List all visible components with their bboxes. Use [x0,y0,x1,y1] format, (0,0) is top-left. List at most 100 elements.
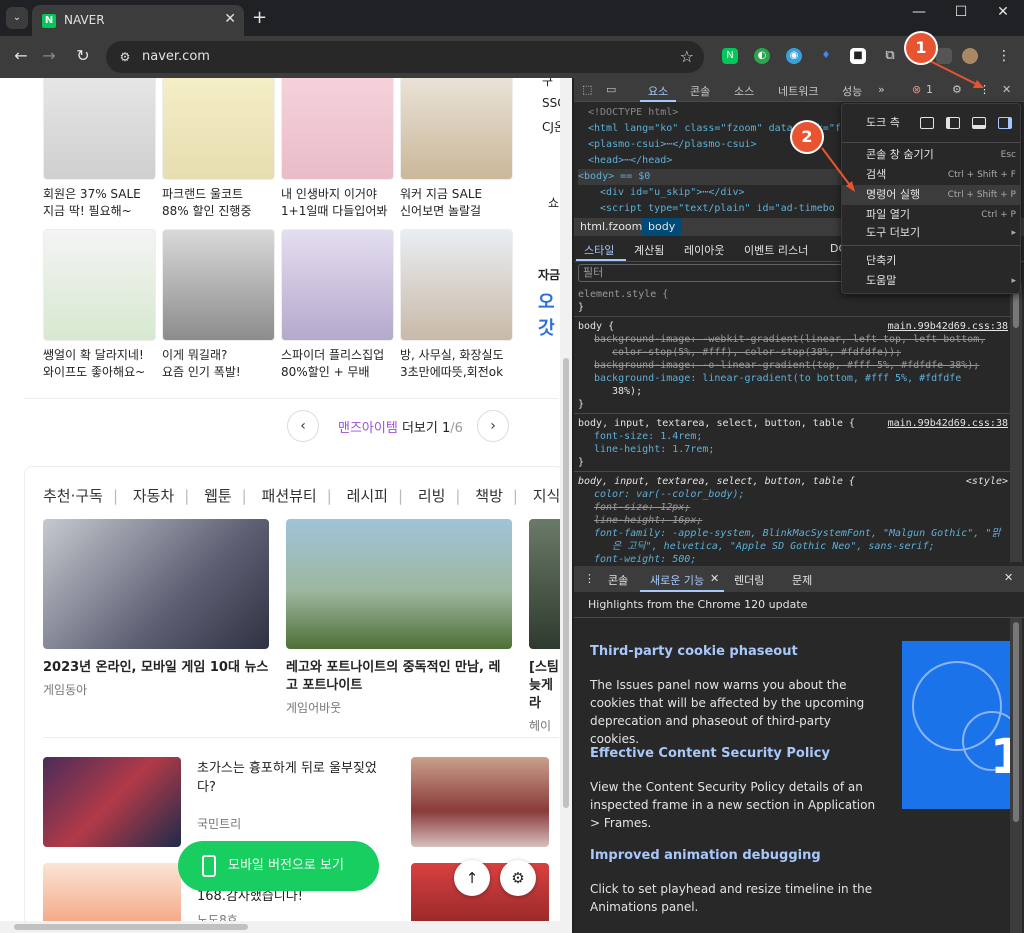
scroll-thumb[interactable] [14,924,248,930]
product-caption[interactable]: 와이프도 좋아해요~ [43,364,156,381]
scroll-top-button[interactable]: ↑ [454,860,490,896]
whats-new-heading[interactable]: Third-party cookie phaseout [590,644,798,659]
news-image[interactable] [529,519,563,649]
product-image[interactable] [162,229,275,341]
error-count[interactable]: 1 [926,83,933,96]
minimize-button[interactable]: — [904,4,934,20]
product-caption[interactable]: 신어보면 놀랄걸 [400,203,513,220]
product-image[interactable] [281,229,394,341]
undock-icon[interactable] [920,117,934,129]
tab-console[interactable]: 콘솔 [690,83,710,99]
new-tab-button[interactable]: + [252,7,267,28]
list-thumbnail[interactable] [43,757,181,847]
product-caption[interactable]: 지금 딱! 필요해~ [43,203,156,220]
chrome-menu-icon[interactable]: ⋮ [996,48,1012,64]
dock-right-icon[interactable] [998,117,1012,129]
product-caption[interactable]: 내 인생바지 이거야 [281,186,394,203]
subtab-styles[interactable]: 스타일 [584,242,614,258]
devtools-menu-icon[interactable]: ⋮ [979,83,990,96]
extension-white-icon[interactable]: ■ [850,48,866,64]
product-card[interactable]: 내 인생바지 이거야 1+1일때 다들입어봐 [281,78,394,220]
css-declaration[interactable]: font-size: 1.4rem; [594,430,702,443]
list-title[interactable]: 초가스는 흉포하게 뒤로 울부짖었다? [197,759,387,797]
tab-recipe[interactable]: 레시피 [347,487,388,505]
product-caption[interactable]: 파크랜드 울코트 [162,186,275,203]
tab-living[interactable]: 리빙 [418,487,446,505]
news-card[interactable]: [스팀 늦게라 헤이 [529,519,563,734]
side-panel-icon[interactable] [936,48,952,64]
error-icon[interactable]: ⊗ [912,83,921,96]
next-page-button[interactable]: › [477,410,509,442]
rule-source-link[interactable]: main.99b42d69.css:38 [888,320,1008,333]
product-caption[interactable]: 88% 할인 진행중 [162,203,275,220]
rule-selector[interactable]: body, input, textarea, select, button, t… [578,417,855,430]
css-declaration[interactable]: 은 고딕", helvetica, "Apple SD Gothic Neo",… [612,540,935,553]
forward-button[interactable]: → [38,46,60,65]
inspect-element-icon[interactable]: ⬚ [582,83,592,96]
product-card[interactable]: 스파이더 플리스집업 80%할인 + 무배 [281,229,394,381]
css-declaration[interactable]: font-family: -apple-system, BlinkMacSyst… [594,527,1001,540]
devtools-settings-icon[interactable]: ⚙ [952,83,962,96]
device-toggle-icon[interactable]: ▭ [606,83,616,96]
subtab-layout[interactable]: 레이아웃 [684,242,724,258]
news-image[interactable] [43,519,269,649]
news-title[interactable]: [스팀 늦게라 [529,659,563,713]
tab-elements[interactable]: 요소 [648,83,668,99]
news-image[interactable] [286,519,512,649]
tab-performance[interactable]: 성능 [842,83,862,99]
tab-search-button[interactable]: ⌄ [6,7,28,29]
scroll-thumb[interactable] [1013,288,1019,328]
tab-books[interactable]: 책방 [475,487,503,505]
site-info-icon[interactable]: ⚙ [116,48,134,66]
extension-blue-icon[interactable]: ◉ [786,48,802,64]
css-declaration[interactable]: background-image: linear-gradient(to bot… [594,372,961,385]
product-caption[interactable]: 이게 뭐길래? [162,347,275,364]
dom-node[interactable]: <head>⋯</head> [588,153,672,169]
reload-button[interactable]: ↻ [72,46,94,65]
css-declaration[interactable]: font-weight: 500; [594,553,696,564]
url-text[interactable]: naver.com [142,49,210,64]
product-image[interactable] [43,229,156,341]
dock-left-icon[interactable] [946,117,960,129]
dom-node[interactable]: <script type="text/plain" id="ad-timebo [600,201,835,215]
menu-item-search[interactable]: 검색 Ctrl + Shift + F [842,165,1020,185]
css-declaration[interactable]: background-image: -webkit-gradient(linea… [594,333,985,346]
drawer-tab-console[interactable]: 콘솔 [608,572,628,588]
css-declaration[interactable]: background-image: -o-linear-gradient(top… [594,359,979,372]
product-card[interactable]: 쌩얼이 확 달라지네! 와이프도 좋아해요~ [43,229,156,381]
menu-item-more-tools[interactable]: 도구 더보기 ▸ [842,223,1020,243]
settings-gear-button[interactable]: ⚙ [500,860,536,896]
whats-new-heading[interactable]: Effective Content Security Policy [590,746,830,761]
extension-green-icon[interactable]: ◐ [754,48,770,64]
tab-cars[interactable]: 자동차 [133,487,174,505]
whats-new-close-icon[interactable]: ✕ [710,572,719,585]
whats-new-heading[interactable]: Improved animation debugging [590,848,821,863]
rule-selector[interactable]: body { [578,320,614,333]
news-card[interactable]: 레고와 포트나이트의 중독적인 만남, 레고 포트나이트 게임어바웃 [286,519,512,716]
prev-page-button[interactable]: ‹ [287,410,319,442]
product-card[interactable]: 워커 지금 SALE 신어보면 놀랄걸 [400,78,513,220]
dom-node[interactable]: <plasmo-csui>⋯</plasmo-csui> [588,137,757,153]
subtab-event-listeners[interactable]: 이벤트 리스너 [744,242,808,258]
product-caption[interactable]: 워커 지금 SALE [400,186,513,203]
product-image[interactable] [400,78,513,180]
css-declaration[interactable]: line-height: 1.7rem; [594,443,714,456]
list-thumbnail[interactable] [411,757,549,847]
menu-item-hide-console[interactable]: 콘솔 창 숨기기 Esc [842,145,1020,165]
drawer-tab-whats-new[interactable]: 새로운 기능 [650,572,704,588]
rule-selector[interactable]: body, input, textarea, select, button, t… [578,475,855,488]
product-caption[interactable]: 1+1일때 다들입어봐 [281,203,394,220]
maximize-button[interactable]: ☐ [946,4,976,20]
news-title[interactable]: 2023년 온라인, 모바일 게임 10대 뉴스 [43,659,269,677]
menu-item-help[interactable]: 도움말 ▸ [842,271,1020,291]
product-caption[interactable]: 요즘 인기 폭발! [162,364,275,381]
extensions-puzzle-icon[interactable]: ⧉ [882,48,898,64]
page-horizontal-scrollbar[interactable] [0,921,572,933]
product-card[interactable]: 방, 사무실, 화장실도 3초만에따뜻,회전ok [400,229,513,381]
tab-sources[interactable]: 소스 [734,83,754,99]
extension-drop-icon[interactable]: ♦ [818,48,834,64]
naver-extension-icon[interactable]: N [722,48,738,64]
menu-item-run-command[interactable]: 명령어 실행 Ctrl + Shift + P [842,185,1020,205]
drawer-scrollbar[interactable] [1010,618,1022,933]
dock-bottom-icon[interactable] [972,117,986,129]
